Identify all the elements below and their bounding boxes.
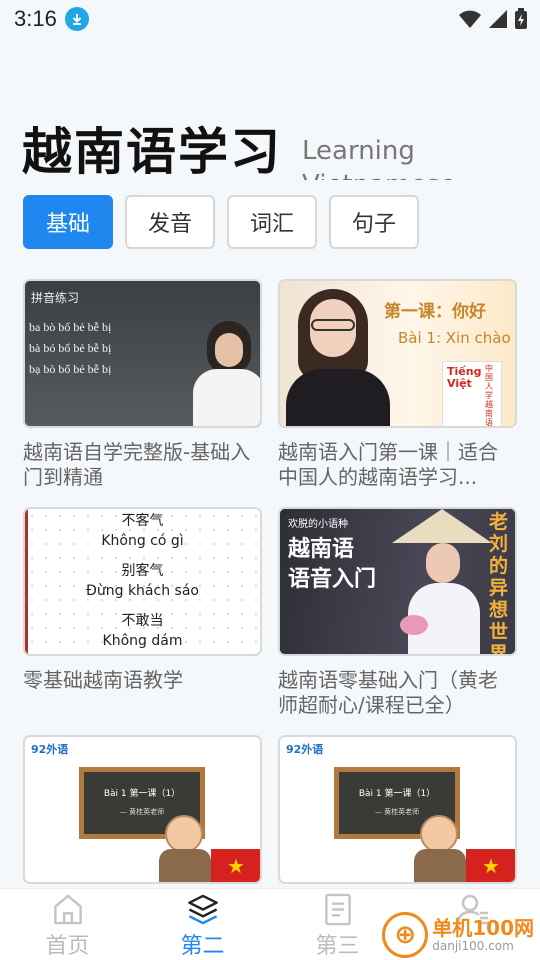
signal-icon (489, 10, 507, 28)
status-icons (458, 8, 528, 30)
course-thumbnail[interactable]: 第一课：你好 Bài 1: Xin chào Tiếng Việt 中国人学越南… (278, 279, 517, 428)
course-thumbnail[interactable]: 92外语 Bài 1 第一课（1） — 黄桂英老师 ★ (23, 735, 262, 884)
teacher-cartoon-body (414, 849, 466, 882)
course-card[interactable]: 第一课：你好 Bài 1: Xin chào Tiếng Việt 中国人学越南… (278, 279, 517, 490)
home-icon (53, 894, 82, 925)
page-title: 越南语学习 (22, 122, 282, 180)
course-thumbnail[interactable]: 92外语 Bài 1 第一课（1） — 黄桂英老师 ★ (278, 735, 517, 884)
tab-basic[interactable]: 基础 (23, 195, 113, 249)
watermark-url: danji100.com (432, 939, 514, 953)
nav-second[interactable]: 第二 (135, 889, 270, 960)
course-thumbnail[interactable]: 不客气 Không có gì 别客气 Đừng khách sáo 不敢当 K… (23, 507, 262, 656)
page-header: 越南语学习 Learning Vietnamese (22, 108, 522, 180)
tab-vocabulary[interactable]: 词汇 (227, 195, 317, 249)
battery-icon (515, 8, 527, 29)
nav-label: 第三 (315, 934, 360, 959)
teacher-cartoon (420, 815, 458, 853)
thumb-text-row: ba bò bổ bẻ bễ bị (29, 320, 112, 334)
course-title[interactable]: 越南语入门第一课｜适合中国人的越南语学习... (278, 440, 517, 490)
course-card[interactable]: 92外语 Bài 1 第一课（1） — 黄桂英老师 ★ (23, 735, 262, 884)
thumb-side-text: 老刘的异想世界 (489, 511, 509, 656)
layers-icon (187, 894, 218, 925)
thumb-tag: 欢脱的小语种 (288, 519, 348, 530)
course-card[interactable]: 欢脱的小语种 越南语 语音入门 老刘的异想世界 越南语零基础入门（黄老师超耐心/… (278, 507, 517, 718)
thumb-text-row: bà bó bổ bẻ bễ bị (29, 341, 112, 355)
course-card[interactable]: 92外语 Bài 1 第一课（1） — 黄桂英老师 ★ (278, 735, 517, 884)
course-thumbnail[interactable]: 欢脱的小语种 越南语 语音入门 老刘的异想世界 (278, 507, 517, 656)
brand-logo: 92外语 (286, 743, 324, 756)
conical-hat (392, 509, 492, 543)
vietnam-flag-icon: ★ (466, 849, 515, 882)
nav-home[interactable]: 首页 (0, 889, 135, 960)
thumb-text-line: 不客气 (121, 513, 164, 529)
teacher-face (215, 333, 243, 367)
thumb-text-row: bạ bò bổ bẻ bễ bị (29, 362, 112, 376)
tab-pronunciation[interactable]: 发音 (125, 195, 215, 249)
watermark: ⊕ 单机100网 danji100.com (382, 912, 534, 958)
thumb-heading: 拼音练习 (31, 291, 80, 305)
teacher-body (193, 369, 260, 426)
lotus-flowers (400, 615, 428, 635)
download-icon (64, 7, 89, 31)
status-bar: 3:16 (0, 0, 540, 38)
course-title[interactable]: 零基础越南语教学 (23, 668, 262, 718)
thumb-subheading: Bài 1: Xin chào (398, 329, 511, 347)
course-card[interactable]: 不客气 Không có gì 别客气 Đừng khách sáo 不敢当 K… (23, 507, 262, 718)
teacher-cartoon-body (159, 849, 211, 882)
course-title[interactable]: 越南语零基础入门（黄老师超耐心/课程已全） (278, 668, 517, 718)
tab-sentences[interactable]: 句子 (329, 195, 419, 249)
course-title[interactable]: 越南语自学完整版-基础入门到精通 (23, 440, 262, 490)
nav-label: 第二 (180, 934, 225, 959)
page-subtitle: Learning Vietnamese (302, 136, 456, 180)
thumb-text-line: Không có gì (101, 533, 184, 549)
thumb-text-line: Không dám (102, 633, 183, 649)
glasses-icon (311, 319, 355, 331)
vietnam-flag-icon: ★ (211, 849, 260, 882)
course-card[interactable]: 拼音练习 ba bò bổ bẻ bễ bị bà bó bổ bẻ bễ bị… (23, 279, 262, 490)
presenter-face (426, 543, 460, 583)
presenter-body (286, 369, 390, 426)
status-time: 3:16 (14, 6, 57, 31)
document-icon (324, 893, 351, 926)
thumb-heading: 越南语 (288, 537, 355, 562)
wifi-icon (459, 10, 481, 28)
nav-label: 首页 (45, 934, 90, 959)
teacher-cartoon (165, 815, 203, 853)
thumb-heading: 语音入门 (288, 567, 377, 592)
thumb-heading: 第一课：你好 (384, 302, 486, 322)
book-cover: Tiếng Việt 中国人学越南语 (442, 361, 502, 426)
thumb-text-line: 别客气 (121, 563, 164, 579)
brand-logo: 92外语 (31, 743, 69, 756)
category-tabs: 基础 发音 词汇 句子 (23, 195, 419, 249)
thumb-text-line: 不敢当 (121, 613, 164, 629)
watermark-text: 单机100网 (432, 916, 534, 940)
watermark-logo-icon: ⊕ (382, 912, 429, 958)
course-thumbnail[interactable]: 拼音练习 ba bò bổ bẻ bễ bị bà bó bổ bẻ bễ bị… (23, 279, 262, 428)
thumb-text-line: Đừng khách sáo (86, 583, 199, 599)
